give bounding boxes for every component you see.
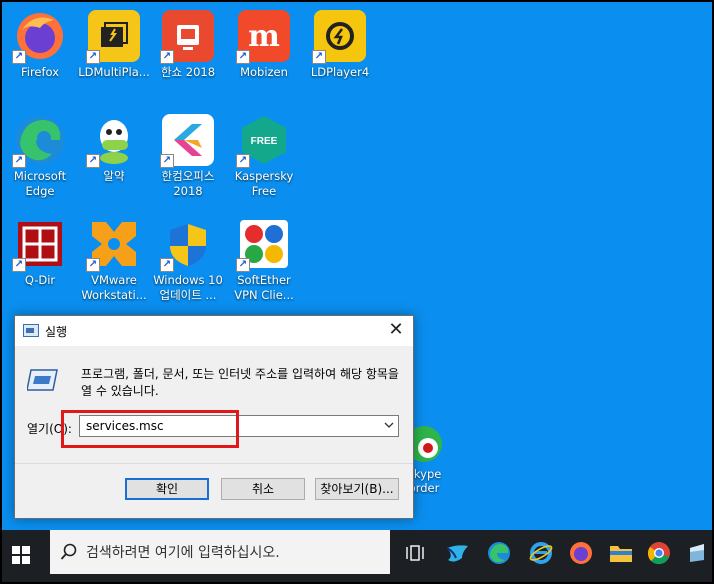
run-titlebar[interactable]: 실행 ✕ <box>15 316 413 346</box>
run-app-icon <box>23 324 39 337</box>
file-explorer-icon[interactable] <box>606 538 636 568</box>
icon-label: Firefox <box>20 65 60 79</box>
vmware-icon: ↗ <box>86 218 140 272</box>
internet-explorer-icon[interactable] <box>526 538 556 568</box>
desktop-icon-kaspersky[interactable]: FREE ↗ Kaspersky Free <box>226 106 302 202</box>
firefox-icon[interactable] <box>566 538 596 568</box>
hancom-office-icon: ↗ <box>160 114 214 168</box>
edge-icon: ↗ <box>12 114 66 168</box>
highlight-box <box>61 410 239 448</box>
desktop-icon-firefox[interactable]: ↗ Firefox <box>2 2 78 98</box>
search-icon <box>60 543 77 560</box>
desktop-icon-mobizen[interactable]: m ↗ Mobizen <box>226 2 302 98</box>
bird-app-icon[interactable] <box>442 538 472 568</box>
icon-label: Microsoft Edge <box>13 169 67 198</box>
desktop-icon-ldplayer4[interactable]: ↗ LDPlayer4 <box>302 2 378 98</box>
hanshow-icon: ↗ <box>160 10 214 64</box>
chrome-icon[interactable] <box>644 538 674 568</box>
close-icon[interactable]: ✕ <box>379 316 413 346</box>
run-description: 프로그램, 폴더, 문서, 또는 인터넷 주소를 입력하여 해당 항목을 열 수… <box>81 367 399 398</box>
icon-label: LDMultiPla... <box>78 65 150 79</box>
icon-label: Kaspersky Free <box>234 169 294 198</box>
icon-label: Mobizen <box>240 65 288 79</box>
ldmultiplayer-icon: ↗ <box>86 10 140 64</box>
taskbar: 검색하려면 여기에 입력하십시오. <box>2 530 712 582</box>
ldplayer-icon: ↗ <box>312 10 366 64</box>
run-dialog: 실행 ✕ 프로그램, 폴더, 문서, 또는 인터넷 주소를 입력하여 해당 항목… <box>14 315 414 519</box>
shortcut-arrow-icon: ↗ <box>86 154 100 168</box>
run-footer: 확인 취소 찾아보기(B)... <box>15 463 413 518</box>
search-placeholder: 검색하려면 여기에 입력하십시오. <box>86 545 280 561</box>
mobizen-icon: m ↗ <box>236 10 290 64</box>
browse-button[interactable]: 찾아보기(B)... <box>315 478 399 500</box>
desktop-icon-hanshow[interactable]: ↗ 한쇼 2018 <box>150 2 226 98</box>
icon-label: Windows 10 업데이트 ... <box>153 273 223 302</box>
shortcut-arrow-icon: ↗ <box>312 50 326 64</box>
desktop-icon-vmware[interactable]: ↗ VMware Workstati... <box>76 210 152 306</box>
desktop-icon-qdir[interactable]: ↗ Q-Dir <box>2 210 78 306</box>
desktop: ↗ Firefox ↗ LDMultiPla... ↗ 한쇼 2018 m ↗ … <box>2 2 712 582</box>
icon-label: SoftEther VPN Clie... <box>234 273 294 302</box>
shortcut-arrow-icon: ↗ <box>160 154 174 168</box>
alyac-pill-icon: ↗ <box>86 114 140 168</box>
icon-label: 한컴오피스 2018 <box>161 169 215 198</box>
task-view-icon[interactable] <box>400 538 430 568</box>
shortcut-arrow-icon: ↗ <box>236 50 250 64</box>
qdir-icon: ↗ <box>12 218 66 272</box>
shortcut-arrow-icon: ↗ <box>236 258 250 272</box>
shortcut-arrow-icon: ↗ <box>12 154 26 168</box>
cancel-button[interactable]: 취소 <box>221 478 305 500</box>
shortcut-arrow-icon: ↗ <box>160 258 174 272</box>
taskbar-search-box[interactable]: 검색하려면 여기에 입력하십시오. <box>50 530 390 574</box>
kaspersky-icon: FREE ↗ <box>236 114 290 168</box>
ok-button[interactable]: 확인 <box>125 478 209 500</box>
chevron-down-icon[interactable] <box>384 420 394 430</box>
firefox-icon: ↗ <box>12 10 66 64</box>
icon-label: 알약 <box>103 169 125 183</box>
icon-label: LDPlayer4 <box>310 65 370 79</box>
icon-label: VMware Workstati... <box>81 273 147 302</box>
shortcut-arrow-icon: ↗ <box>86 50 100 64</box>
desktop-icon-softether[interactable]: ↗ SoftEther VPN Clie... <box>226 210 302 306</box>
shortcut-arrow-icon: ↗ <box>160 50 174 64</box>
run-program-icon <box>27 369 58 391</box>
app-icon[interactable] <box>682 538 712 568</box>
shortcut-arrow-icon: ↗ <box>12 50 26 64</box>
icon-label: 한쇼 2018 <box>160 65 216 79</box>
softether-icon: ↗ <box>236 218 290 272</box>
windows-update-shield-icon: ↗ <box>160 218 214 272</box>
desktop-icon-edge[interactable]: ↗ Microsoft Edge <box>2 106 78 202</box>
icon-label: Q-Dir <box>24 273 56 287</box>
desktop-icon-alyac[interactable]: ↗ 알약 <box>76 106 152 202</box>
desktop-icon-hancom-office[interactable]: ↗ 한컴오피스 2018 <box>150 106 226 202</box>
run-title: 실행 <box>45 325 68 339</box>
shortcut-arrow-icon: ↗ <box>12 258 26 272</box>
windows-start-icon[interactable] <box>12 546 30 564</box>
kaspersky-glyph: FREE <box>251 136 278 147</box>
desktop-icon-windows-update[interactable]: ↗ Windows 10 업데이트 ... <box>150 210 226 306</box>
desktop-icon-ldmultiplayer[interactable]: ↗ LDMultiPla... <box>76 2 152 98</box>
edge-icon[interactable] <box>484 538 514 568</box>
shortcut-arrow-icon: ↗ <box>236 154 250 168</box>
shortcut-arrow-icon: ↗ <box>86 258 100 272</box>
